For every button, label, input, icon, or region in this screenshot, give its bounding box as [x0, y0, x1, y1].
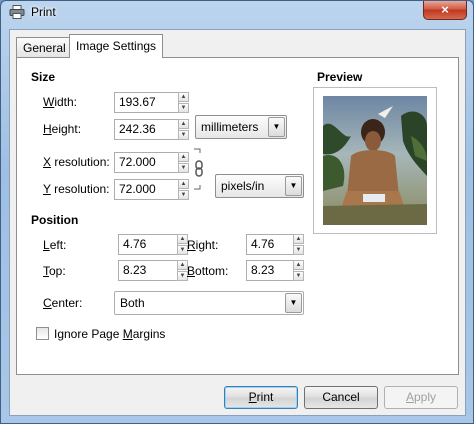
spin-down-icon[interactable]: ▼ — [178, 103, 189, 113]
ignore-margins-text-pre: Ignore Page — [54, 327, 123, 341]
tab-image-settings[interactable]: Image Settings — [69, 34, 164, 58]
width-spinner[interactable]: ▲ ▼ — [178, 92, 189, 113]
x-resolution-label: X resolution: — [43, 155, 110, 169]
apply-mnemonic: A — [405, 390, 414, 404]
left-label-mnemonic: L — [43, 238, 50, 252]
width-label: Width: — [43, 95, 77, 109]
window-title: Print — [31, 5, 56, 19]
position-heading: Position — [31, 213, 79, 227]
ignore-margins-text-rest: argins — [132, 327, 166, 341]
center-select[interactable]: Both ▼ — [114, 291, 304, 315]
tab-general[interactable]: General — [16, 37, 73, 57]
size-unit-select[interactable]: millimeters ▼ — [195, 115, 287, 139]
spin-up-icon[interactable]: ▲ — [293, 234, 304, 244]
y-resolution-field[interactable]: 72.000 — [114, 179, 179, 200]
cancel-button[interactable]: Cancel — [304, 386, 378, 409]
y-resolution-label: Y resolution: — [43, 182, 110, 196]
bottom-margin-field[interactable]: 8.23 — [246, 260, 294, 281]
ignore-margins-mnemonic: M — [122, 327, 133, 341]
chevron-down-icon[interactable]: ▼ — [285, 176, 302, 196]
x-resolution-text: resolution: — [51, 155, 110, 169]
resolution-unit-select[interactable]: pixels/in ▼ — [215, 174, 304, 198]
spin-down-icon[interactable]: ▼ — [178, 163, 189, 173]
y-resolution-mnemonic: Y — [43, 182, 51, 196]
center-label: Center: — [43, 296, 82, 310]
y-resolution-text: resolution: — [50, 182, 110, 196]
preview-area — [313, 87, 437, 234]
tab-general-label: General — [23, 41, 66, 55]
size-heading: Size — [31, 70, 56, 84]
x-resolution-field[interactable]: 72.000 — [114, 152, 179, 173]
spin-down-icon[interactable]: ▼ — [178, 190, 189, 200]
close-icon: × — [441, 2, 449, 17]
height-label: Height: — [43, 122, 81, 136]
height-spinner[interactable]: ▲ ▼ — [178, 119, 189, 140]
center-label-text: enter: — [51, 296, 83, 310]
title-bar[interactable]: Print × — [1, 1, 473, 25]
x-resolution-spinner[interactable]: ▲ ▼ — [178, 152, 189, 173]
height-label-mnemonic: H — [43, 122, 52, 136]
right-label-mnemonic: R — [187, 238, 196, 252]
right-label: Right: — [187, 238, 218, 252]
print-dialog: Print × General Image Settings Size Widt… — [0, 0, 474, 424]
right-margin-field[interactable]: 4.76 — [246, 234, 294, 255]
center-value: Both — [120, 296, 145, 310]
apply-button[interactable]: Apply — [384, 386, 458, 409]
top-label: Top: — [43, 264, 66, 278]
bottom-label-text: ottom: — [195, 264, 229, 278]
right-label-text: ight: — [195, 238, 219, 252]
tab-image-settings-label: Image Settings — [76, 39, 157, 53]
width-label-mnemonic: W — [43, 95, 55, 109]
left-label-text: eft: — [49, 238, 67, 252]
height-field[interactable]: 242.36 — [114, 119, 179, 140]
spin-up-icon[interactable]: ▲ — [178, 179, 189, 189]
bottom-margin-spinner[interactable]: ▲ ▼ — [293, 260, 304, 281]
chevron-down-icon[interactable]: ▼ — [268, 117, 285, 137]
chain-link-icon[interactable] — [193, 148, 205, 190]
spin-down-icon[interactable]: ▼ — [178, 130, 189, 140]
left-label: Left: — [43, 238, 66, 252]
print-button[interactable]: Print — [224, 386, 298, 409]
right-margin-spinner[interactable]: ▲ ▼ — [293, 234, 304, 255]
spin-up-icon[interactable]: ▲ — [178, 119, 189, 129]
top-label-text: op: — [49, 264, 66, 278]
ignore-margins-label[interactable]: Ignore Page Margins — [54, 327, 165, 341]
image-settings-panel: Size Width: 193.67 ▲ ▼ Height: 242.36 ▲ … — [16, 57, 459, 375]
spin-up-icon[interactable]: ▲ — [178, 92, 189, 102]
preview-heading: Preview — [317, 70, 363, 84]
ignore-margins-checkbox[interactable] — [36, 327, 49, 340]
x-resolution-mnemonic: X — [43, 155, 52, 169]
spin-down-icon[interactable]: ▼ — [293, 245, 304, 255]
print-button-text: rint — [256, 390, 274, 404]
chevron-down-icon[interactable]: ▼ — [285, 293, 302, 313]
spin-up-icon[interactable]: ▲ — [293, 260, 304, 270]
preview-image — [323, 96, 427, 225]
center-label-mnemonic: C — [43, 296, 52, 310]
spin-up-icon[interactable]: ▲ — [178, 152, 189, 162]
width-label-text: idth: — [54, 95, 78, 109]
y-resolution-spinner[interactable]: ▲ ▼ — [178, 179, 189, 200]
resolution-unit-value: pixels/in — [221, 179, 265, 193]
printer-icon — [9, 5, 25, 19]
close-button[interactable]: × — [423, 1, 467, 20]
dialog-body: General Image Settings Size Width: 193.6… — [9, 29, 466, 416]
apply-button-text: pply — [414, 390, 437, 404]
height-label-text: eight: — [51, 122, 82, 136]
size-unit-value: millimeters — [201, 120, 259, 134]
print-mnemonic: P — [248, 390, 257, 404]
left-margin-field[interactable]: 4.76 — [118, 234, 178, 255]
width-field[interactable]: 193.67 — [114, 92, 179, 113]
top-margin-field[interactable]: 8.23 — [118, 260, 178, 281]
bottom-label-mnemonic: B — [187, 264, 196, 278]
bottom-label: Bottom: — [187, 264, 228, 278]
spin-down-icon[interactable]: ▼ — [293, 271, 304, 281]
